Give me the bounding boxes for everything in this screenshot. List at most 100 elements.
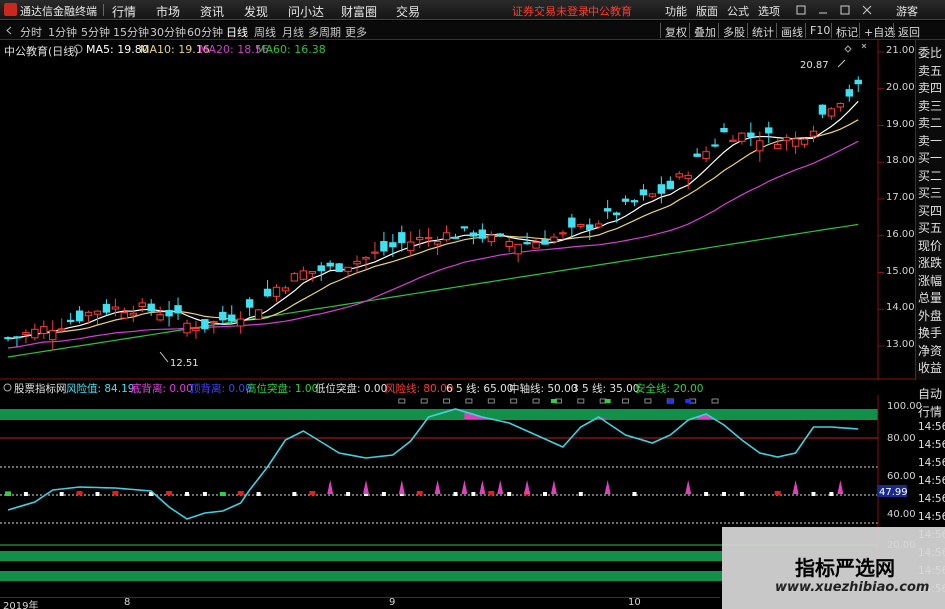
candle-body[interactable] <box>693 153 701 157</box>
candle-body[interactable] <box>469 232 478 237</box>
candle-body[interactable] <box>31 328 39 339</box>
indicator-settings-icon[interactable] <box>3 383 12 392</box>
quote-field-label[interactable]: 卖四 <box>918 79 945 96</box>
candlestick-chart[interactable]: 20.87 12.51 <box>0 40 915 380</box>
candle-body[interactable] <box>192 328 200 332</box>
close-chart-icon[interactable] <box>861 43 867 49</box>
candle-body[interactable] <box>353 260 361 265</box>
tick-time-label[interactable]: 14:56 <box>918 439 945 451</box>
candle-body[interactable] <box>514 243 522 255</box>
quote-field-label[interactable]: 卖三 <box>918 97 945 114</box>
candle-body[interactable] <box>720 127 728 133</box>
candle-body[interactable] <box>791 138 800 147</box>
mark-button[interactable]: 标记 <box>831 23 862 39</box>
quote-field-label[interactable]: 卖一 <box>918 132 945 149</box>
candle-body[interactable] <box>818 104 827 115</box>
quote-field-label[interactable]: 外盘 <box>918 307 945 324</box>
candle-body[interactable] <box>550 236 558 243</box>
quote-field-label[interactable]: 换手 <box>918 324 945 341</box>
candle-body[interactable] <box>827 108 836 117</box>
candle-body[interactable] <box>102 303 111 313</box>
return-button[interactable]: 返回 <box>893 23 924 39</box>
candle-body[interactable] <box>711 144 719 147</box>
candle-body[interactable] <box>559 232 567 235</box>
quote-field-label[interactable]: 卖二 <box>918 114 945 131</box>
candle-body[interactable] <box>389 242 397 248</box>
candle-body[interactable] <box>84 311 93 317</box>
candle-body[interactable] <box>129 312 138 316</box>
candle-body[interactable] <box>532 241 540 249</box>
tick-time-label[interactable]: 14:56 <box>918 421 945 433</box>
candle-body[interactable] <box>380 241 388 252</box>
candle-body[interactable] <box>317 265 325 272</box>
minimize-icon[interactable] <box>818 5 828 15</box>
candle-body[interactable] <box>639 189 648 196</box>
candle-body[interactable] <box>371 251 379 254</box>
back-arrow-icon[interactable] <box>5 26 14 35</box>
candle-body[interactable] <box>595 223 603 228</box>
candle-body[interactable] <box>120 312 129 319</box>
candle-body[interactable] <box>782 137 791 141</box>
candle-body[interactable] <box>568 217 576 228</box>
period-1min[interactable]: 1分钟 <box>48 24 77 40</box>
candle-body[interactable] <box>577 224 585 227</box>
period-intraday[interactable]: 分时 <box>20 24 42 40</box>
candle-body[interactable] <box>765 127 773 134</box>
period-60min[interactable]: 60分钟 <box>187 24 223 40</box>
candle-body[interactable] <box>228 314 236 322</box>
candle-body[interactable] <box>478 229 487 239</box>
candle-body[interactable] <box>657 184 666 194</box>
indicator-name[interactable]: 股票指标网 <box>14 381 67 396</box>
candle-body[interactable] <box>156 314 164 321</box>
quote-field-label[interactable]: 现价 <box>918 237 945 254</box>
candle-body[interactable] <box>245 299 254 308</box>
candle-body[interactable] <box>290 273 299 282</box>
quote-field-label[interactable]: 买四 <box>918 202 945 219</box>
candle-body[interactable] <box>281 287 290 292</box>
quote-field-label[interactable]: 买三 <box>918 184 945 201</box>
candle-body[interactable] <box>40 326 48 335</box>
candle-body[interactable] <box>523 242 531 245</box>
close-icon[interactable] <box>862 5 872 15</box>
menu-item-market[interactable]: 市场 <box>156 3 180 20</box>
menu-item-news[interactable]: 资讯 <box>200 3 224 20</box>
f10-button[interactable]: F10 <box>805 23 834 38</box>
candle-body[interactable] <box>183 322 191 334</box>
candle-body[interactable] <box>675 173 683 178</box>
candle-body[interactable] <box>541 239 549 245</box>
candle-body[interactable] <box>442 232 451 241</box>
candle-body[interactable] <box>836 103 845 108</box>
auto-quote-label[interactable]: 行情 <box>918 403 945 420</box>
candle-body[interactable] <box>308 271 317 274</box>
candle-body[interactable] <box>299 270 308 280</box>
quote-field-label[interactable]: 买五 <box>918 219 945 236</box>
candle-body[interactable] <box>505 240 513 247</box>
candle-body[interactable] <box>809 130 818 137</box>
menu-item-wealth[interactable]: 财富圈 <box>341 3 377 20</box>
auto-quote-label[interactable]: 自动 <box>918 385 945 402</box>
candle-body[interactable] <box>451 236 460 239</box>
candle-body[interactable] <box>496 233 504 236</box>
tick-time-label[interactable]: 14:56 <box>918 457 945 469</box>
candle-body[interactable] <box>138 302 146 307</box>
period-15min[interactable]: 15分钟 <box>113 24 149 40</box>
quote-field-label[interactable]: 总量 <box>918 289 945 306</box>
candle-body[interactable] <box>362 256 370 260</box>
candle-body[interactable] <box>460 226 469 229</box>
candle-body[interactable] <box>174 305 182 314</box>
stats-button[interactable]: 统计 <box>747 23 778 39</box>
candle-body[interactable] <box>254 309 263 320</box>
candle-body[interactable] <box>147 303 155 312</box>
candle-body[interactable] <box>93 310 102 315</box>
menu-item-ask[interactable]: 问小达 <box>288 3 324 20</box>
menu-item-trade[interactable]: 交易 <box>396 3 420 20</box>
candle-body[interactable] <box>210 320 218 324</box>
candle-body[interactable] <box>344 266 352 272</box>
multi-stock-button[interactable]: 多股 <box>718 23 749 39</box>
tick-time-label[interactable]: 14:56 <box>918 511 945 523</box>
candle-body[interactable] <box>4 337 12 340</box>
quote-field-label[interactable]: 净资 <box>918 342 945 359</box>
candle-body[interactable] <box>666 180 674 190</box>
period-weekly[interactable]: 周线 <box>254 24 276 40</box>
login-warning[interactable]: 证券交易未登录 <box>512 3 589 19</box>
